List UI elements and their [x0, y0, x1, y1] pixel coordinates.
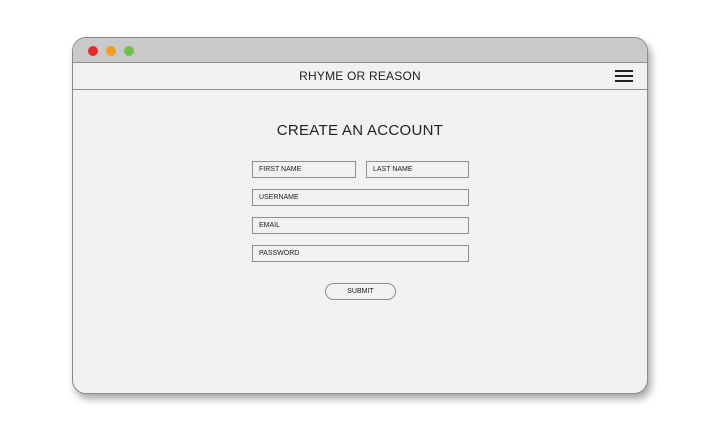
site-navbar: RHYME OR REASON [73, 63, 647, 90]
menu-line [615, 80, 633, 82]
window-titlebar [73, 38, 647, 63]
last-name-field[interactable] [366, 161, 469, 178]
username-field[interactable] [252, 189, 469, 206]
submit-button[interactable]: SUBMIT [325, 283, 396, 300]
site-title[interactable]: RHYME OR REASON [73, 63, 647, 89]
page-title: CREATE AN ACCOUNT [276, 122, 444, 139]
first-name-field[interactable] [252, 161, 356, 178]
hamburger-menu-icon[interactable] [615, 70, 633, 82]
menu-line [615, 75, 633, 77]
zoom-window-button[interactable] [124, 46, 134, 56]
minimize-window-button[interactable] [106, 46, 116, 56]
close-window-button[interactable] [88, 46, 98, 56]
browser-window: RHYME OR REASON CREATE AN ACCOUNT SUBMIT [72, 37, 648, 394]
password-field[interactable] [252, 245, 469, 262]
email-field[interactable] [252, 217, 469, 234]
menu-line [615, 70, 633, 72]
